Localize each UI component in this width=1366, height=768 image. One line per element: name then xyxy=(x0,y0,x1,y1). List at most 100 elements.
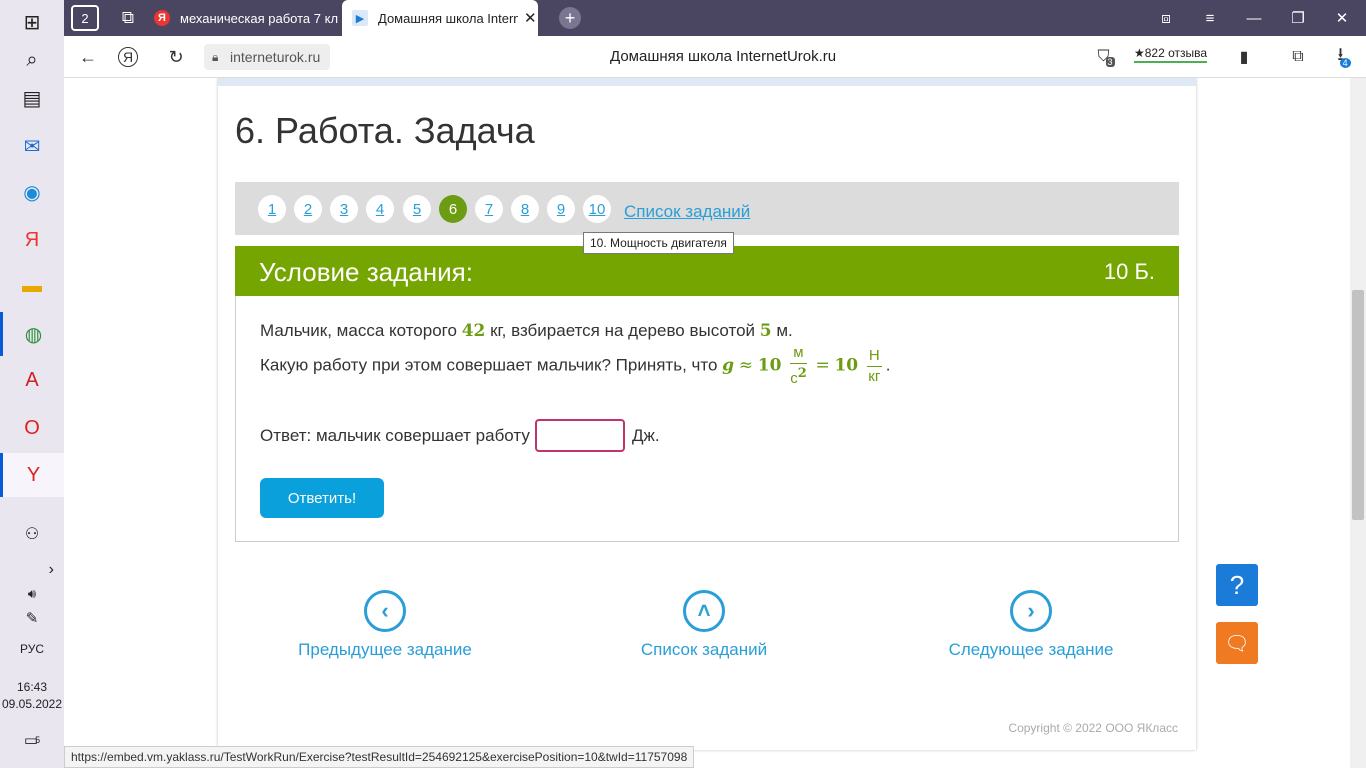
url-field[interactable]: 🔒︎ interneturok.ru xyxy=(204,44,331,70)
page-viewport: 6. Работа. Задача 1 2 3 4 5 6 7 8 9 10 С… xyxy=(64,78,1350,768)
chevron-right-icon[interactable]: › xyxy=(1010,590,1052,632)
prev-task-nav[interactable]: ‹ Предыдущее задание xyxy=(290,590,480,660)
task-heading: 6. Работа. Задача xyxy=(235,110,535,151)
task-link-6-current[interactable]: 6 xyxy=(439,195,467,223)
page-title: Домашняя школа InternetUrok.ru xyxy=(610,48,837,65)
unit-denominator: кг xyxy=(868,367,881,385)
tooltip: 10. Мощность двигателя xyxy=(583,232,734,254)
tab-title: Домашняя школа Intern xyxy=(378,10,518,26)
edge-icon[interactable]: ◉ xyxy=(0,170,64,214)
next-task-label[interactable]: Следующее задание xyxy=(949,640,1114,659)
acrobat-icon[interactable]: A xyxy=(0,358,64,402)
condition-body: Мальчик, масса которого 42 кг, взбираетс… xyxy=(235,296,1179,542)
tab-title: механическая работа 7 кл xyxy=(180,10,339,26)
task-link-3[interactable]: 3 xyxy=(330,195,358,223)
address-bar-row: ← Я ↻ 🔒︎ interneturok.ru Домашняя школа … xyxy=(64,36,1366,78)
approx-sign: ≈ xyxy=(738,355,754,376)
unit-fraction-1: м с2 xyxy=(790,343,807,389)
mail-icon[interactable]: ✉ xyxy=(0,124,64,168)
bookmark-icon[interactable]: ▮ xyxy=(1230,44,1258,70)
download-icon[interactable]: ⭳ 4 xyxy=(1330,44,1358,70)
scrollbar-thumb[interactable] xyxy=(1352,290,1364,520)
chevron-left-icon[interactable]: ‹ xyxy=(364,590,406,632)
minimize-icon[interactable]: — xyxy=(1232,0,1276,36)
task-link-8[interactable]: 8 xyxy=(511,195,539,223)
lock-icon: 🔒︎ xyxy=(212,49,219,64)
copyright-text: Copyright © 2022 ООО ЯКласс xyxy=(1008,721,1178,735)
collections-panel-icon[interactable]: ⧉ xyxy=(1284,44,1312,70)
content-card: 6. Работа. Задача 1 2 3 4 5 6 7 8 9 10 С… xyxy=(218,78,1196,750)
mass-value: 42 xyxy=(461,321,486,341)
protect-icon[interactable]: ⛉ 3 xyxy=(1092,44,1120,70)
pen-icon[interactable]: ✎ xyxy=(0,596,64,640)
unit-denominator: с xyxy=(790,370,798,387)
task-link-2[interactable]: 2 xyxy=(294,195,322,223)
task-link-1[interactable]: 1 xyxy=(258,195,286,223)
problem-line-1: Мальчик, масса которого 42 кг, взбираетс… xyxy=(260,321,793,341)
answer-label: Ответ: мальчик совершает работу xyxy=(260,426,530,445)
close-tab-icon[interactable]: ✕ xyxy=(524,9,537,27)
menu-icon[interactable]: ≡ xyxy=(1188,0,1232,36)
yandex-icon[interactable]: Я xyxy=(0,218,64,262)
interneturok-favicon-icon: ▶ xyxy=(352,10,368,26)
chrome-icon[interactable]: ◍ xyxy=(0,312,64,356)
yandex-favicon-icon: Я xyxy=(154,10,170,26)
task-list-link[interactable]: Список заданий xyxy=(624,202,750,222)
height-value: 5 xyxy=(759,321,772,341)
next-task-nav[interactable]: › Следующее задание xyxy=(936,590,1126,660)
opera-icon[interactable]: O xyxy=(0,406,64,450)
task-list-label[interactable]: Список заданий xyxy=(641,640,767,659)
collections-icon[interactable]: ⧈ xyxy=(1144,0,1188,36)
clock-time[interactable]: 16:43 xyxy=(0,680,64,694)
unit-numerator: м xyxy=(790,343,807,364)
reviews-badge[interactable]: ★822 отзыва xyxy=(1134,46,1208,63)
prev-task-label[interactable]: Предыдущее задание xyxy=(298,640,472,659)
task-number-bar: 1 2 3 4 5 6 7 8 9 10 Список заданий xyxy=(235,182,1179,235)
tab-counter[interactable]: 2 xyxy=(71,5,99,31)
new-tab-plus-icon[interactable]: + xyxy=(559,7,581,29)
yandex-logo-icon[interactable]: Я xyxy=(118,47,138,67)
top-strip xyxy=(218,78,1196,86)
back-icon[interactable]: ← xyxy=(74,44,102,70)
g-value: 10 xyxy=(757,355,782,376)
equals-sign: = xyxy=(815,355,830,376)
task-list-nav[interactable]: ˄ Список заданий xyxy=(614,590,794,660)
reload-icon[interactable]: ↻ xyxy=(162,44,190,70)
tab-active[interactable]: ▶ Домашняя школа Intern ✕ xyxy=(342,0,538,36)
answer-input[interactable] xyxy=(535,419,625,452)
notification-badge: 5 xyxy=(35,735,41,745)
notification-icon[interactable]: ▭ 5 xyxy=(0,718,64,762)
language-indicator[interactable]: РУС xyxy=(0,642,64,656)
g-symbol: g xyxy=(722,355,735,376)
submit-answer-button[interactable]: Ответить! xyxy=(260,478,384,518)
url-text: interneturok.ru xyxy=(230,49,321,65)
task-link-7[interactable]: 7 xyxy=(475,195,503,223)
points-badge: 10 Б. xyxy=(1103,259,1155,284)
chevron-up-icon[interactable]: ˄ xyxy=(683,590,725,632)
task-link-9[interactable]: 9 xyxy=(547,195,575,223)
task-view-icon[interactable]: ▤ xyxy=(0,76,64,120)
help-button[interactable]: ? xyxy=(1216,564,1258,606)
problem-text: Мальчик, масса которого xyxy=(260,321,457,340)
status-bar-url: https://embed.vm.yaklass.ru/TestWorkRun/… xyxy=(64,746,695,768)
file-explorer-icon[interactable]: ▬ xyxy=(0,264,64,308)
restore-icon[interactable]: ❐ xyxy=(1276,0,1320,36)
windows-taskbar: ⊞ ⌕ ▤ ✉ ◉ Я ▬ ◍ A O Y ⚇ › 🔊︎ ✎ РУС 16:43… xyxy=(0,0,64,768)
vertical-scrollbar[interactable] xyxy=(1350,78,1366,768)
task-link-4[interactable]: 4 xyxy=(366,195,394,223)
browser-tab-bar: 2 ⧉ Я механическая работа 7 кл ▶ Домашня… xyxy=(64,0,1366,36)
chat-icon[interactable]: 🗨︎ xyxy=(1216,622,1258,664)
task-link-10[interactable]: 10 xyxy=(583,195,611,223)
problem-line-2: Какую работу при этом совершает мальчик?… xyxy=(260,343,890,389)
unit-fraction-2: Н кг xyxy=(866,346,882,387)
yandex-browser-icon[interactable]: Y xyxy=(0,453,64,497)
problem-text: м. xyxy=(776,321,793,340)
task-link-5[interactable]: 5 xyxy=(403,195,431,223)
period: . xyxy=(885,355,891,375)
condition-title: Условие задания: xyxy=(259,257,473,287)
clock-date[interactable]: 09.05.2022 xyxy=(0,697,64,711)
g-value-2: 10 xyxy=(834,355,859,376)
problem-text: кг, взбирается на дерево высотой xyxy=(490,321,756,340)
window-close-icon[interactable]: ✕ xyxy=(1320,0,1364,36)
unit-exponent: 2 xyxy=(797,366,807,381)
